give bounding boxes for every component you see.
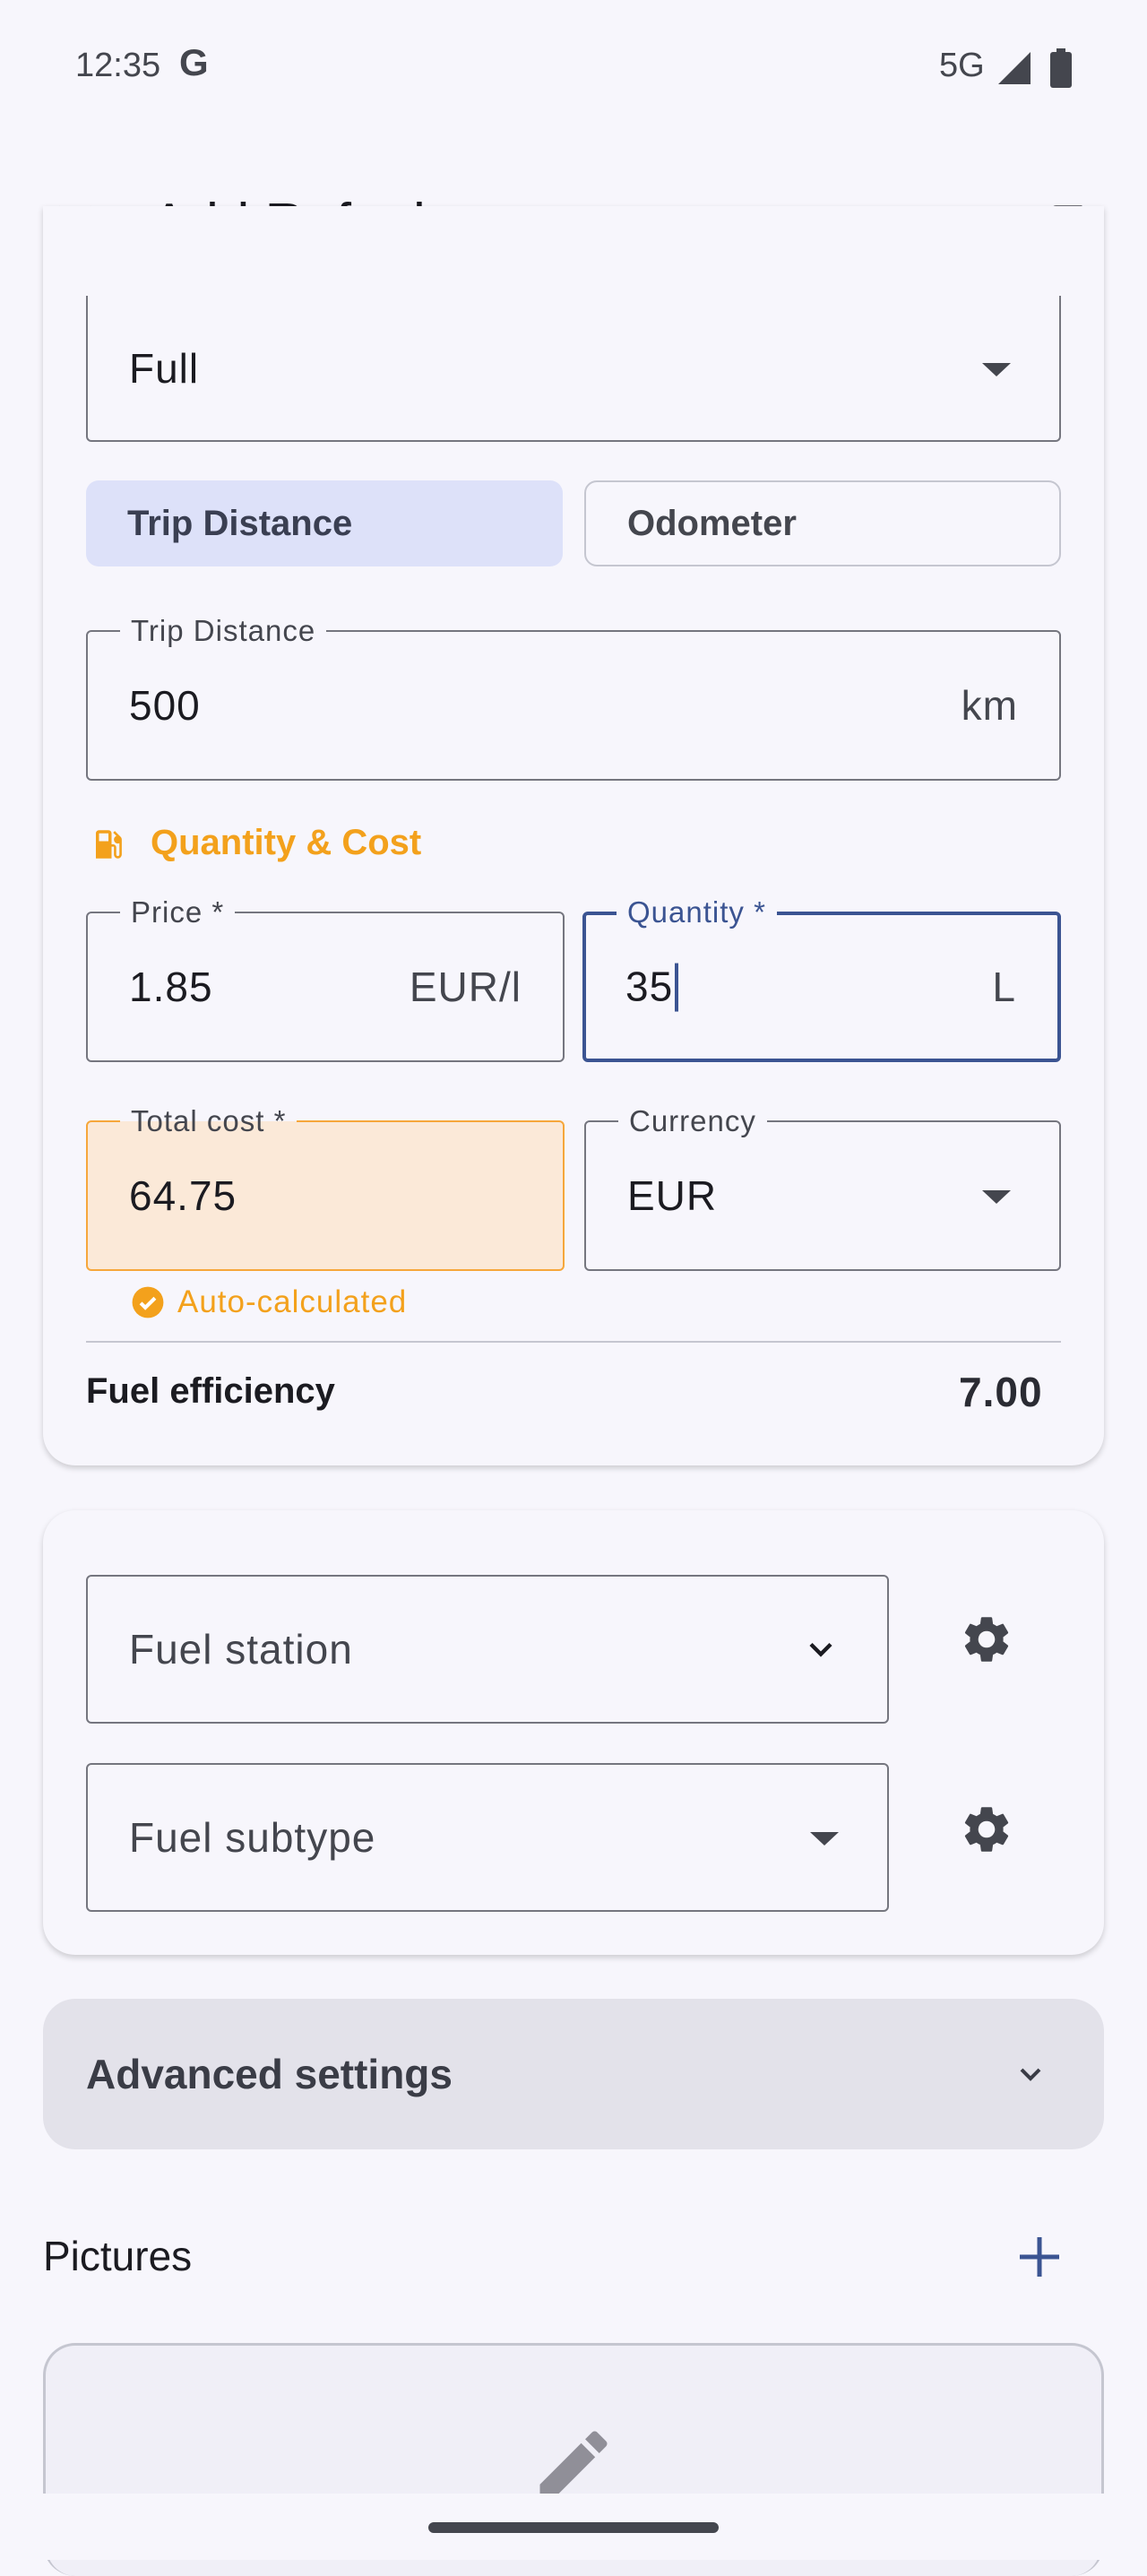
trip-distance-value: 500	[129, 682, 201, 729]
currency-dropdown[interactable]: Currency EUR	[584, 1104, 1061, 1271]
fuel-efficiency-value: 7.00	[959, 1369, 1043, 1415]
fuel-station-settings-gear-icon[interactable]	[959, 1612, 1014, 1667]
price-field[interactable]: Price * 1.85 EUR/l	[86, 895, 565, 1062]
total-cost-value: 64.75	[129, 1172, 237, 1219]
currency-label: Currency	[618, 1104, 767, 1138]
text-cursor	[675, 963, 679, 1012]
dropdown-arrow-icon	[982, 362, 1011, 376]
fuel-subtype-dropdown[interactable]: Fuel subtype	[86, 1763, 889, 1912]
trip-distance-label: Trip Distance	[120, 614, 327, 648]
quantity-label: Quantity *	[617, 895, 777, 929]
total-cost-label: Total cost *	[120, 1104, 298, 1138]
total-cost-field[interactable]: Total cost * 64.75	[86, 1104, 565, 1271]
fuel-efficiency-label: Fuel efficiency	[86, 1371, 335, 1411]
dropdown-arrow-icon	[810, 1832, 839, 1846]
auto-calculated-helper: Auto-calculated	[177, 1284, 408, 1319]
cell-signal-icon	[998, 52, 1031, 84]
gesture-nav-handle[interactable]	[428, 2522, 719, 2533]
currency-value: EUR	[627, 1172, 718, 1219]
trip-distance-unit: km	[961, 682, 1018, 729]
fill-type-value: Full	[129, 344, 200, 392]
google-icon: G	[179, 41, 209, 83]
divider	[86, 1341, 1061, 1343]
pictures-title: Pictures	[43, 2233, 193, 2279]
price-label: Price *	[120, 895, 236, 929]
dropdown-arrow-icon	[982, 1190, 1011, 1204]
status-time: 12:35	[75, 47, 161, 84]
battery-icon	[1050, 48, 1072, 88]
quantity-unit: L	[992, 964, 1016, 1010]
fill-type-dropdown[interactable]: Full	[86, 296, 1061, 442]
quantity-value: 35	[625, 963, 674, 1010]
fuel-subtype-placeholder: Fuel subtype	[129, 1814, 376, 1861]
advanced-settings-label: Advanced settings	[86, 2051, 453, 2097]
fuel-subtype-settings-gear-icon[interactable]	[959, 1802, 1014, 1857]
price-unit: EUR/l	[409, 964, 522, 1010]
add-picture-plus-icon[interactable]	[1014, 2232, 1065, 2282]
chevron-down-icon	[809, 1642, 832, 1657]
advanced-settings-expander[interactable]: Advanced settings	[43, 1999, 1104, 2149]
network-type: 5G	[939, 47, 985, 84]
quantity-field[interactable]: Quantity * 35 L	[582, 895, 1061, 1062]
fuel-station-placeholder: Fuel station	[129, 1626, 353, 1673]
fuel-station-dropdown[interactable]: Fuel station	[86, 1575, 889, 1724]
section-title-quantity-cost: Quantity & Cost	[151, 823, 422, 862]
trip-distance-field[interactable]: Trip Distance 500 km	[86, 614, 1061, 781]
quantity-input[interactable]: 35	[625, 963, 679, 1012]
check-circle-icon	[132, 1286, 164, 1318]
segment-odometer[interactable]: Odometer	[584, 480, 1061, 566]
segment-trip-distance[interactable]: Trip Distance	[86, 480, 563, 566]
chevron-down-icon	[1020, 2068, 1041, 2081]
price-value: 1.85	[129, 964, 213, 1010]
fuel-pump-icon	[96, 830, 122, 859]
